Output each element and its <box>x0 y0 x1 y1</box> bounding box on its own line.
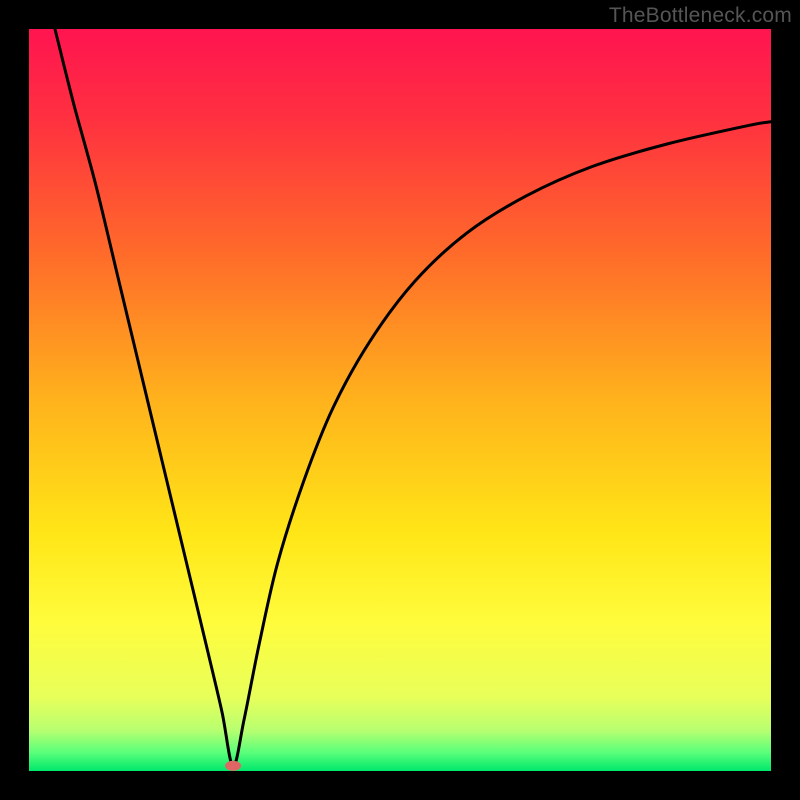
plot-area <box>29 29 771 771</box>
optimal-point-marker <box>225 761 241 771</box>
gradient-background <box>29 29 771 771</box>
chart-svg <box>29 29 771 771</box>
watermark-text: TheBottleneck.com <box>609 4 792 28</box>
chart-frame: TheBottleneck.com <box>0 0 800 800</box>
